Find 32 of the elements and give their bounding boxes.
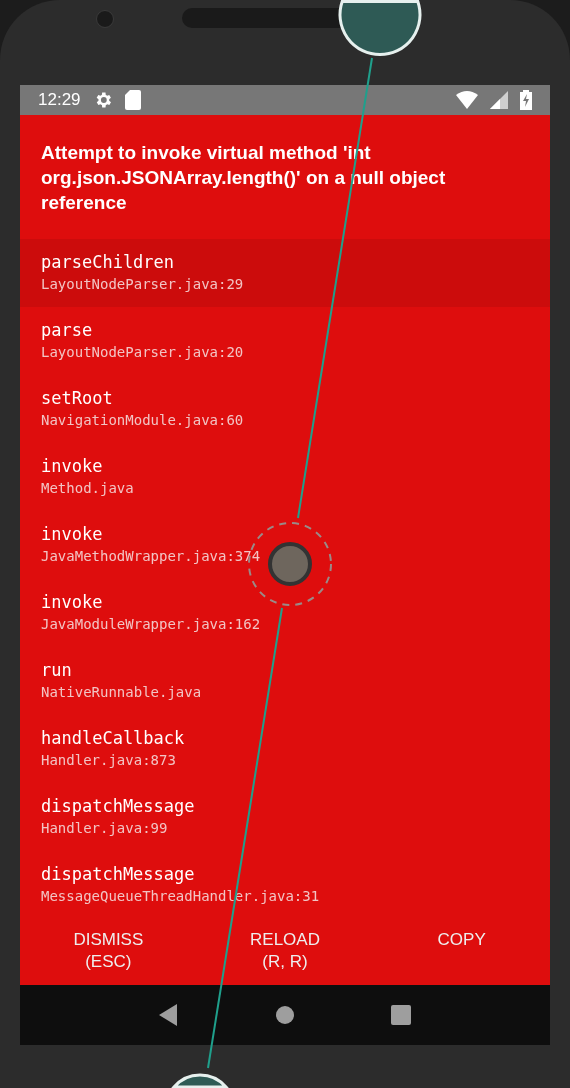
error-action-button[interactable]: COPY <box>373 929 550 985</box>
file-location: Handler.java:99 <box>41 819 169 838</box>
method-name: dispatchMessage <box>41 863 196 885</box>
method-name: invoke <box>41 591 104 613</box>
file-location: LayoutNodeParser.java:20 <box>41 343 245 362</box>
file-location: Method.java <box>41 479 135 498</box>
file-location: JavaMethodWrapper.java:374 <box>41 547 262 566</box>
file-location: JavaModuleWrapper.java:162 <box>41 615 262 634</box>
method-name: invoke <box>41 523 104 545</box>
battery-charging-icon <box>520 90 532 110</box>
file-location: NativeRunnable.java <box>41 683 203 702</box>
stack-frame[interactable]: parseChildren LayoutNodeParser.java:29 <box>20 239 550 307</box>
method-name: parseChildren <box>41 251 176 273</box>
recents-icon[interactable] <box>391 1005 412 1025</box>
wifi-icon <box>456 91 478 109</box>
method-name: handleCallback <box>41 727 186 749</box>
method-name: invoke <box>41 455 104 477</box>
back-icon[interactable] <box>158 1004 179 1026</box>
error-action-button[interactable]: DISMISS (ESC) <box>20 929 197 985</box>
signal-icon <box>490 91 508 109</box>
method-name: dispatchMessage <box>41 795 196 817</box>
status-time: 12:29 <box>38 89 81 112</box>
camera-icon <box>96 10 114 28</box>
method-name: parse <box>41 319 94 341</box>
method-name: setRoot <box>41 387 114 409</box>
file-location: NavigationModule.java:60 <box>41 411 245 430</box>
sd-card-icon <box>124 90 141 110</box>
file-location: Handler.java:873 <box>41 751 177 770</box>
file-location: LayoutNodeParser.java:29 <box>41 275 245 294</box>
method-name: run <box>41 659 73 681</box>
home-icon[interactable] <box>276 1006 294 1024</box>
error-action-button[interactable]: RELOAD (R, R) <box>196 929 374 985</box>
